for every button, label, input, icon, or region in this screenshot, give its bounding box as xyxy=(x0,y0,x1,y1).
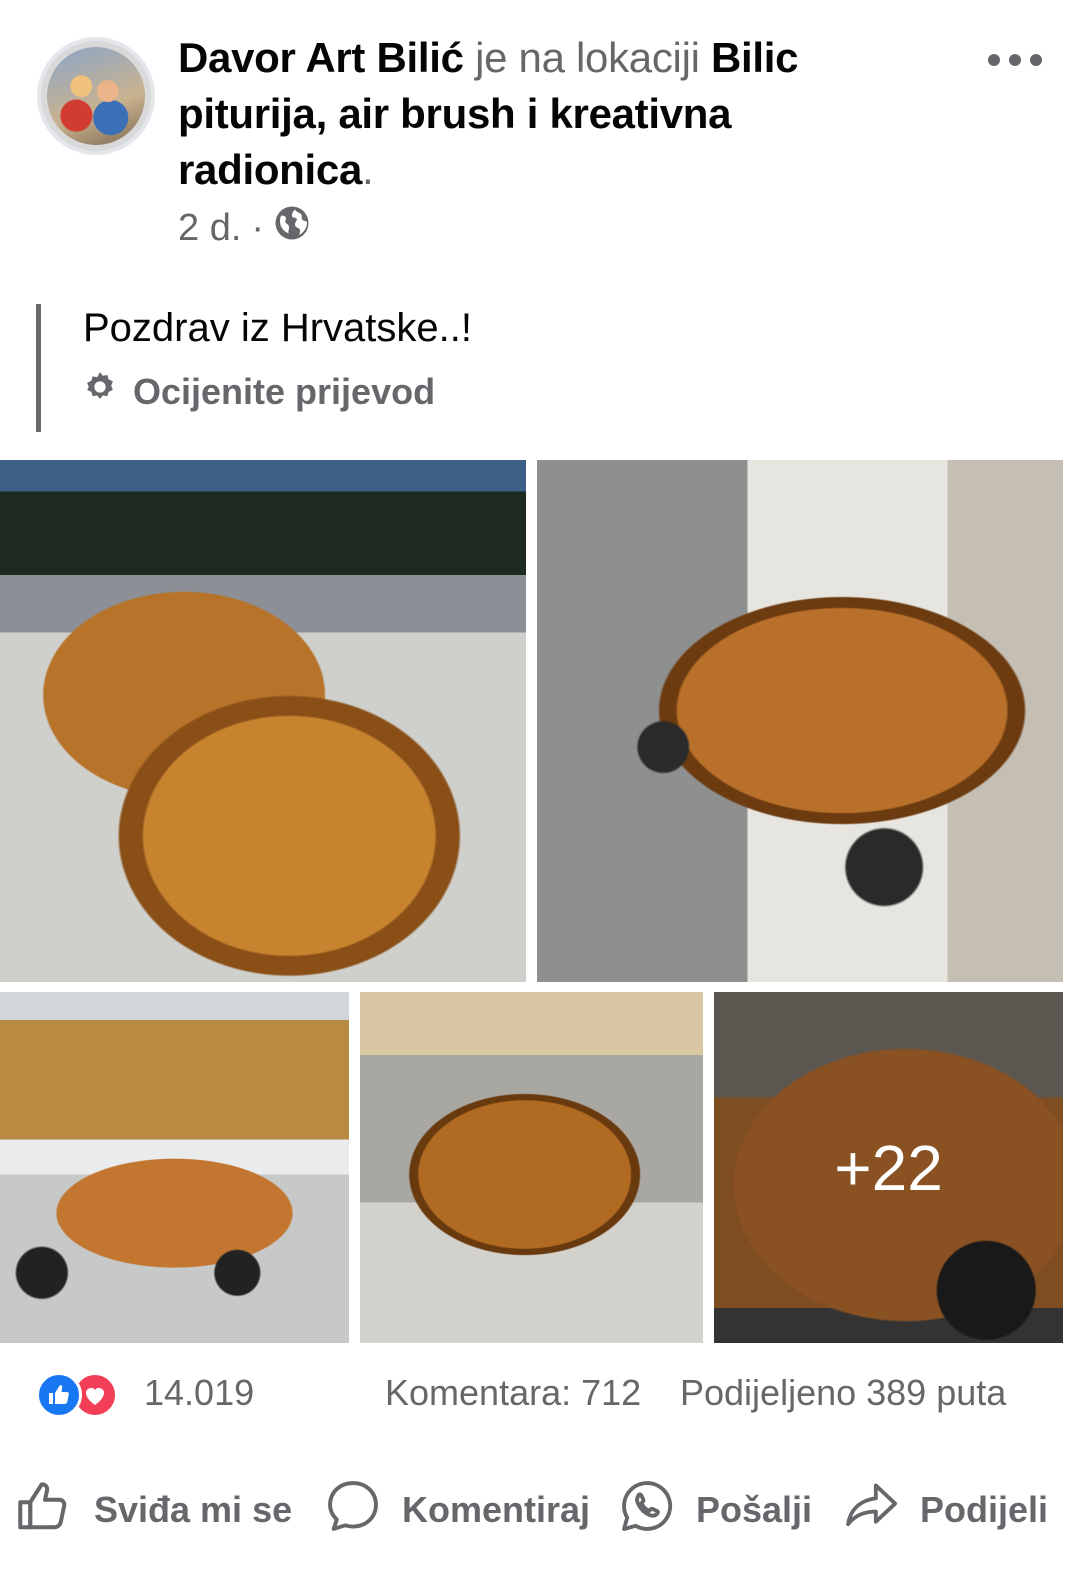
send-label: Pošalji xyxy=(696,1489,813,1530)
post-photo-4[interactable] xyxy=(360,992,703,1343)
more-dot xyxy=(1009,54,1021,66)
post-text-block: Pozdrav iz Hrvatske..! Ocijenite prijevo… xyxy=(36,304,1041,432)
comment-bubble-icon xyxy=(324,1477,382,1544)
post-title: Davor Art Bilić je na lokaciji Bilic pit… xyxy=(178,30,898,198)
reactions-row: 14.019 Komentara: 712 Podijeljeno 389 pu… xyxy=(0,1366,1080,1424)
post-photo-1[interactable] xyxy=(0,460,526,982)
share-label: Podijeli xyxy=(920,1489,1049,1530)
more-photos-overlay[interactable]: +22 xyxy=(714,992,1063,1343)
author-name[interactable]: Davor Art Bilić xyxy=(178,34,464,81)
location-connector: je na lokaciji xyxy=(475,34,700,81)
post-text: Pozdrav iz Hrvatske..! xyxy=(83,306,473,350)
post-photo-2[interactable] xyxy=(537,460,1063,982)
more-dots-icon xyxy=(988,54,1000,66)
rate-translation-label: Ocijenite prijevod xyxy=(133,370,436,412)
avatar-image xyxy=(47,47,145,145)
send-button[interactable]: Pošalji xyxy=(618,1470,812,1550)
more-dot xyxy=(1030,54,1042,66)
post-photo-5[interactable]: +22 xyxy=(714,992,1063,1343)
like-button[interactable]: Sviđa mi se xyxy=(14,1470,292,1550)
comment-label: Komentiraj xyxy=(402,1489,591,1530)
post-header: Davor Art Bilić je na lokaciji Bilic pit… xyxy=(0,0,1080,270)
whatsapp-icon xyxy=(618,1477,676,1544)
comment-button[interactable]: Komentiraj xyxy=(324,1470,590,1550)
share-button[interactable]: Podijeli xyxy=(842,1470,1048,1550)
reactions-count[interactable]: 14.019 xyxy=(144,1372,254,1414)
like-reaction-icon xyxy=(36,1372,82,1418)
globe-icon xyxy=(274,205,310,251)
thumbs-up-icon xyxy=(14,1476,74,1545)
share-arrow-icon xyxy=(842,1477,900,1544)
post-photo-3[interactable] xyxy=(0,992,349,1343)
rate-translation-link[interactable]: Ocijenite prijevod xyxy=(83,370,435,413)
comments-count[interactable]: Komentara: 712 xyxy=(385,1372,641,1414)
more-photos-count: +22 xyxy=(834,1131,943,1204)
location-end: . xyxy=(362,146,374,193)
author-avatar[interactable] xyxy=(37,37,155,155)
meta-separator: · xyxy=(251,206,265,249)
reaction-icons[interactable] xyxy=(36,1372,136,1418)
like-label: Sviđa mi se xyxy=(94,1489,293,1530)
gear-icon xyxy=(83,370,117,413)
more-options-button[interactable] xyxy=(980,40,1050,80)
post-meta: 2 d. · xyxy=(178,206,310,250)
action-bar: Sviđa mi se Komentiraj Pošalji Podijeli xyxy=(0,1470,1080,1550)
shares-count[interactable]: Podijeljeno 389 puta xyxy=(680,1372,1006,1414)
post-time[interactable]: 2 d. xyxy=(178,207,241,250)
